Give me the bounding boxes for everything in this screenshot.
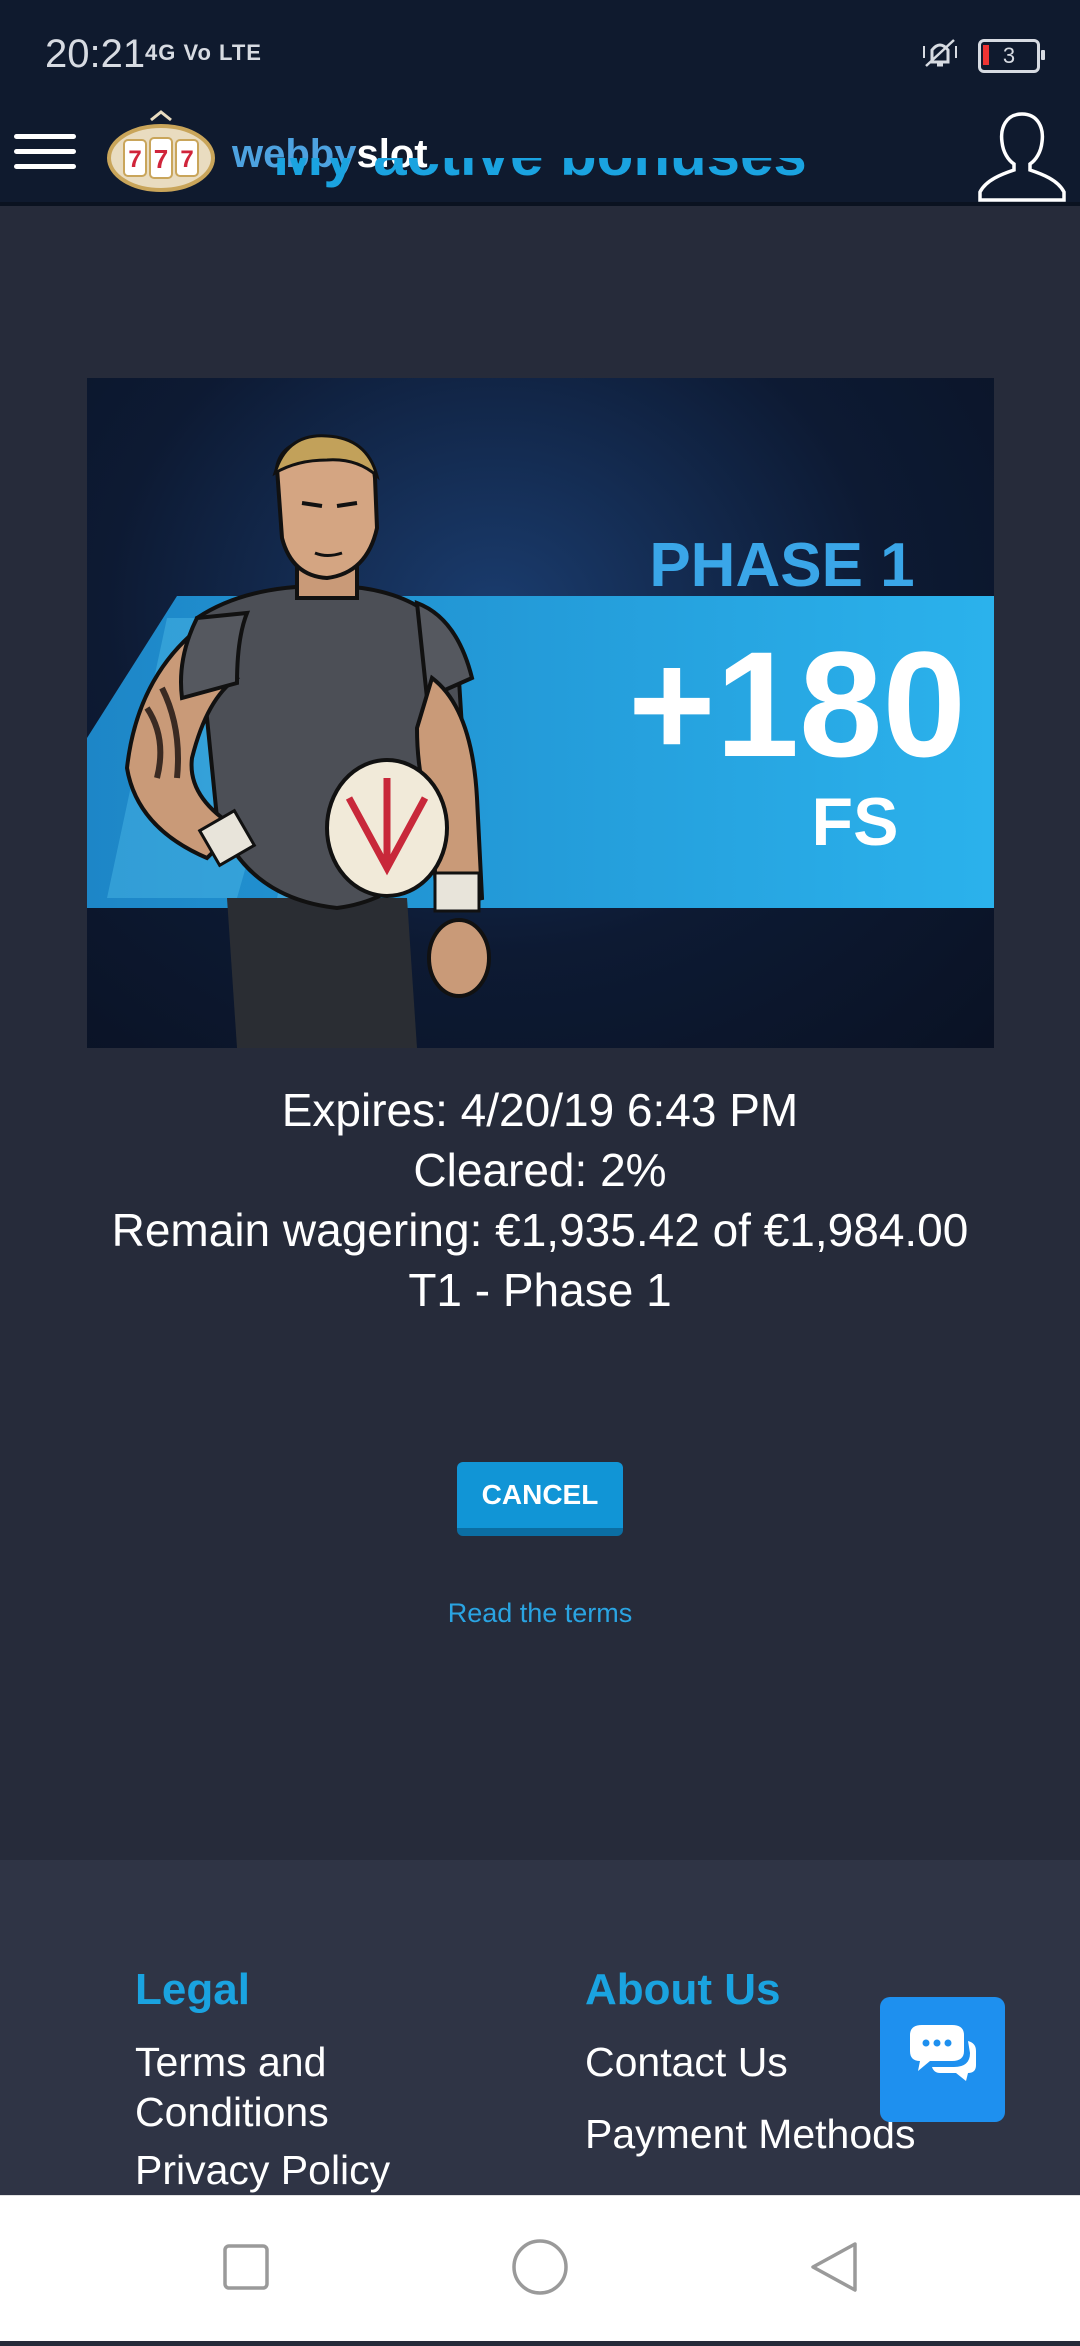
network-indicator: 4G Vo LTE xyxy=(145,40,262,65)
battery-icon: 3 xyxy=(978,38,1045,73)
status-time: 20:21 xyxy=(45,32,146,76)
footer-link-terms[interactable]: Terms and Conditions xyxy=(135,2037,455,2137)
bonus-remain-wagering: Remain wagering: €1,935.42 of €1,984.00 xyxy=(111,1204,969,1256)
status-bar: 20:21 4G Vo LTE 3 xyxy=(0,0,1080,110)
banner-amount-text: +180 xyxy=(628,620,966,788)
bonus-tier: T1 - Phase 1 xyxy=(408,1264,672,1316)
triangle-back-icon[interactable] xyxy=(811,2242,857,2292)
bonus-details: Expires: 4/20/19 6:43 PM Cleared: 2% Rem… xyxy=(0,1080,1080,1320)
cancel-bonus-button[interactable]: CANCEL xyxy=(457,1462,623,1536)
bonus-cleared: Cleared: 2% xyxy=(413,1144,667,1196)
page-title: My active bonuses xyxy=(0,158,1080,214)
battery-level: 3 xyxy=(1002,42,1016,68)
system-navigation-bar xyxy=(0,2195,1080,2341)
banner-unit-text: FS xyxy=(812,784,899,860)
circle-icon[interactable] xyxy=(512,2239,568,2295)
footer-legal-column: Legal Terms and Conditions Privacy Polic… xyxy=(135,1965,455,2195)
bonus-banner-art: PHASE 1 +180 FS xyxy=(87,434,994,1048)
page-title-text: My active bonuses xyxy=(273,158,807,188)
footer-legal-title: Legal xyxy=(135,1965,250,2014)
bonus-banner: PHASE 1 +180 FS xyxy=(87,378,994,1048)
vibrate-icon xyxy=(920,36,960,75)
square-icon[interactable] xyxy=(223,2244,269,2290)
chat-bubbles-icon xyxy=(910,2025,976,2081)
footer-link-privacy[interactable]: Privacy Policy xyxy=(135,2145,455,2195)
rugby-player-illustration xyxy=(124,434,491,1048)
banner-phase-text: PHASE 1 xyxy=(649,531,914,600)
status-right: 3 xyxy=(920,36,1045,75)
read-terms-link[interactable]: Read the terms xyxy=(0,1598,1080,1629)
bonus-expires: Expires: 4/20/19 6:43 PM xyxy=(281,1084,799,1136)
chat-button[interactable] xyxy=(880,1997,1005,2122)
